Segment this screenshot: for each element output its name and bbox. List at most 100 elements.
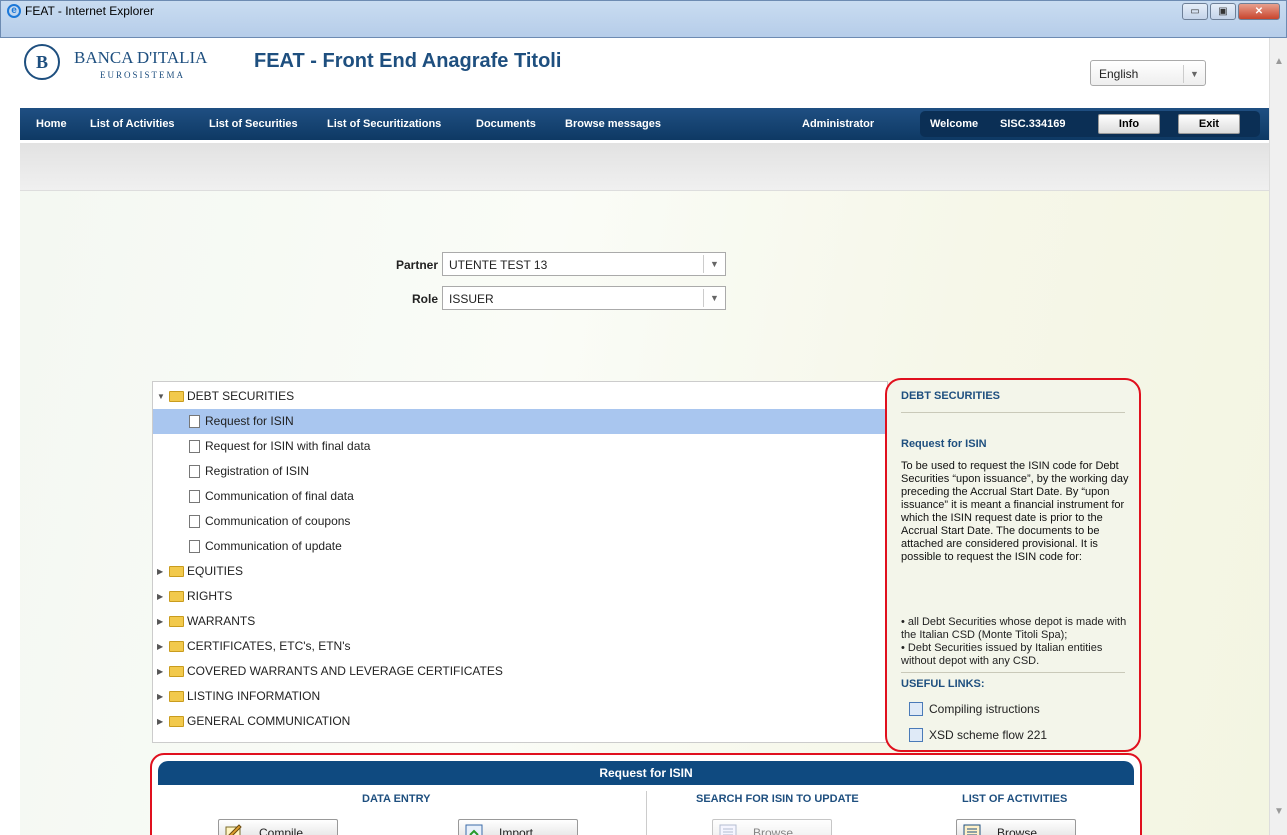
info-bullet: • all Debt Securities whose depot is mad… (901, 616, 1127, 641)
document-icon (189, 440, 200, 453)
role-label: Role (411, 292, 438, 306)
caret-right-icon[interactable]: ▶ (157, 584, 163, 609)
nav-list-of-securitizations[interactable]: List of Securitizations (327, 118, 441, 130)
nav-documents[interactable]: Documents (476, 118, 536, 130)
folder-icon (169, 641, 184, 652)
welcome-label: Welcome (930, 118, 979, 130)
tree-label: EQUITIES (187, 564, 244, 578)
maximize-button[interactable]: ▣ (1210, 3, 1236, 20)
main-navbar: Home List of Activities List of Securiti… (20, 108, 1269, 140)
browse-search-button[interactable]: Browse (712, 819, 832, 835)
tree-folder-equities[interactable]: ▶ EQUITIES (153, 559, 887, 584)
tree-folder-covered-warrants[interactable]: ▶ COVERED WARRANTS AND LEVERAGE CERTIFIC… (153, 659, 887, 684)
window-title: FEAT - Internet Explorer (25, 4, 154, 18)
tree-folder-debt-securities[interactable]: ▼ DEBT SECURITIES (153, 384, 887, 409)
user-id: SISC.334169 (1000, 118, 1066, 130)
partner-select[interactable]: UTENTE TEST 13 ▼ (442, 252, 726, 276)
tree-item-communication-final-data[interactable]: Communication of final data (153, 484, 887, 509)
nav-browse-messages[interactable]: Browse messages (565, 118, 661, 130)
list-icon (963, 824, 981, 835)
info-bullet: • Debt Securities issued by Italian enti… (901, 642, 1103, 667)
caret-right-icon[interactable]: ▶ (157, 709, 163, 734)
divider (901, 412, 1125, 413)
button-label: Browse (753, 826, 794, 835)
chevron-down-icon[interactable]: ▼ (703, 289, 725, 307)
role-value: ISSUER (449, 292, 494, 306)
tree-item-communication-update[interactable]: Communication of update (153, 534, 887, 559)
tree-label: LISTING INFORMATION (187, 689, 321, 703)
info-heading: DEBT SECURITIES (901, 390, 1001, 402)
tree-folder-warrants[interactable]: ▶ WARRANTS (153, 609, 887, 634)
import-button[interactable]: Import (458, 819, 578, 835)
tree-folder-rights[interactable]: ▶ RIGHTS (153, 584, 887, 609)
caret-down-icon[interactable]: ▼ (157, 384, 165, 409)
tree-label: RIGHTS (187, 589, 233, 603)
user-panel: Welcome SISC.334169 Info Exit (920, 111, 1260, 137)
tree-item-request-for-isin[interactable]: Request for ISIN (153, 409, 887, 434)
close-window-button[interactable]: ✕ (1238, 3, 1280, 20)
tree-label: Registration of ISIN (205, 464, 310, 478)
app-header: B BANCA D'ITALIA EUROSISTEMA FEAT - Fron… (20, 38, 1269, 88)
info-subheading: Request for ISIN (901, 438, 987, 450)
tree-folder-listing-information[interactable]: ▶ LISTING INFORMATION (153, 684, 887, 709)
language-value: English (1099, 67, 1139, 81)
nav-home[interactable]: Home (36, 118, 67, 130)
tree-folder-general-communication[interactable]: ▶ GENERAL COMMUNICATION (153, 709, 887, 734)
tree-label: GENERAL COMMUNICATION (187, 714, 351, 728)
minimize-button[interactable]: ▭ (1182, 3, 1208, 20)
logo-name: BANCA D'ITALIA (74, 48, 208, 67)
partner-label: Partner (395, 258, 438, 272)
caret-right-icon[interactable]: ▶ (157, 634, 163, 659)
tree-label: Request for ISIN with final data (205, 439, 371, 453)
list-icon (719, 824, 737, 835)
tree-item-request-for-isin-final-data[interactable]: Request for ISIN with final data (153, 434, 887, 459)
service-tree: ▼ DEBT SECURITIES Request for ISIN Reque… (152, 381, 888, 743)
document-icon (189, 415, 200, 428)
caret-right-icon[interactable]: ▶ (157, 609, 163, 634)
chevron-down-icon[interactable]: ▼ (703, 255, 725, 273)
document-icon (189, 465, 200, 478)
compile-button[interactable]: Compile (218, 819, 338, 835)
tree-item-registration-of-isin[interactable]: Registration of ISIN (153, 459, 887, 484)
folder-icon (169, 616, 184, 627)
nav-list-of-securities[interactable]: List of Securities (209, 118, 298, 130)
vertical-scrollbar[interactable]: ▲ ▼ (1269, 38, 1287, 835)
useful-links-heading: USEFUL LINKS: (901, 678, 985, 690)
folder-open-icon (169, 391, 184, 402)
import-icon (465, 824, 483, 835)
role-select[interactable]: ISSUER ▼ (442, 286, 726, 310)
compile-icon (225, 824, 242, 835)
tree-label: WARRANTS (187, 614, 256, 628)
partner-value: UTENTE TEST 13 (449, 258, 548, 272)
exit-button[interactable]: Exit (1178, 114, 1240, 134)
tree-label: Communication of final data (205, 489, 354, 503)
document-download-icon (909, 702, 923, 716)
folder-icon (169, 566, 184, 577)
tree-label: Request for ISIN (205, 414, 294, 428)
chevron-down-icon[interactable]: ▼ (1183, 65, 1205, 83)
language-select[interactable]: English ▼ (1090, 60, 1206, 86)
page-content: ▲ ▼ B BANCA D'ITALIA EUROSISTEMA FEAT - … (0, 38, 1287, 835)
tree-folder-certificates[interactable]: ▶ CERTIFICATES, ETC's, ETN's (153, 634, 887, 659)
nav-list-of-activities[interactable]: List of Activities (90, 118, 175, 130)
nav-administrator[interactable]: Administrator (802, 118, 874, 130)
tree-label: DEBT SECURITIES (187, 389, 295, 403)
button-label: Compile (259, 826, 304, 835)
app-title: FEAT - Front End Anagrafe Titoli (254, 50, 562, 72)
caret-right-icon[interactable]: ▶ (157, 684, 163, 709)
info-button[interactable]: Info (1098, 114, 1160, 134)
info-panel: DEBT SECURITIES Request for ISIN To be u… (885, 378, 1141, 752)
caret-right-icon[interactable]: ▶ (157, 659, 163, 684)
divider (901, 672, 1125, 673)
browse-list-button[interactable]: Browse (956, 819, 1076, 835)
caret-right-icon[interactable]: ▶ (157, 559, 163, 584)
window-titlebar: e FEAT - Internet Explorer ▭ ▣ ✕ (0, 0, 1287, 38)
tree-item-communication-coupons[interactable]: Communication of coupons (153, 509, 887, 534)
scroll-up-icon[interactable]: ▲ (1274, 56, 1284, 67)
tree-label: Communication of coupons (205, 514, 351, 528)
scroll-down-icon[interactable]: ▼ (1274, 806, 1284, 817)
button-label: Import (499, 826, 534, 835)
search-isin-heading: SEARCH FOR ISIN TO UPDATE (696, 793, 859, 805)
toolbar-band (20, 143, 1269, 191)
info-description: To be used to request the ISIN code for … (901, 460, 1129, 563)
